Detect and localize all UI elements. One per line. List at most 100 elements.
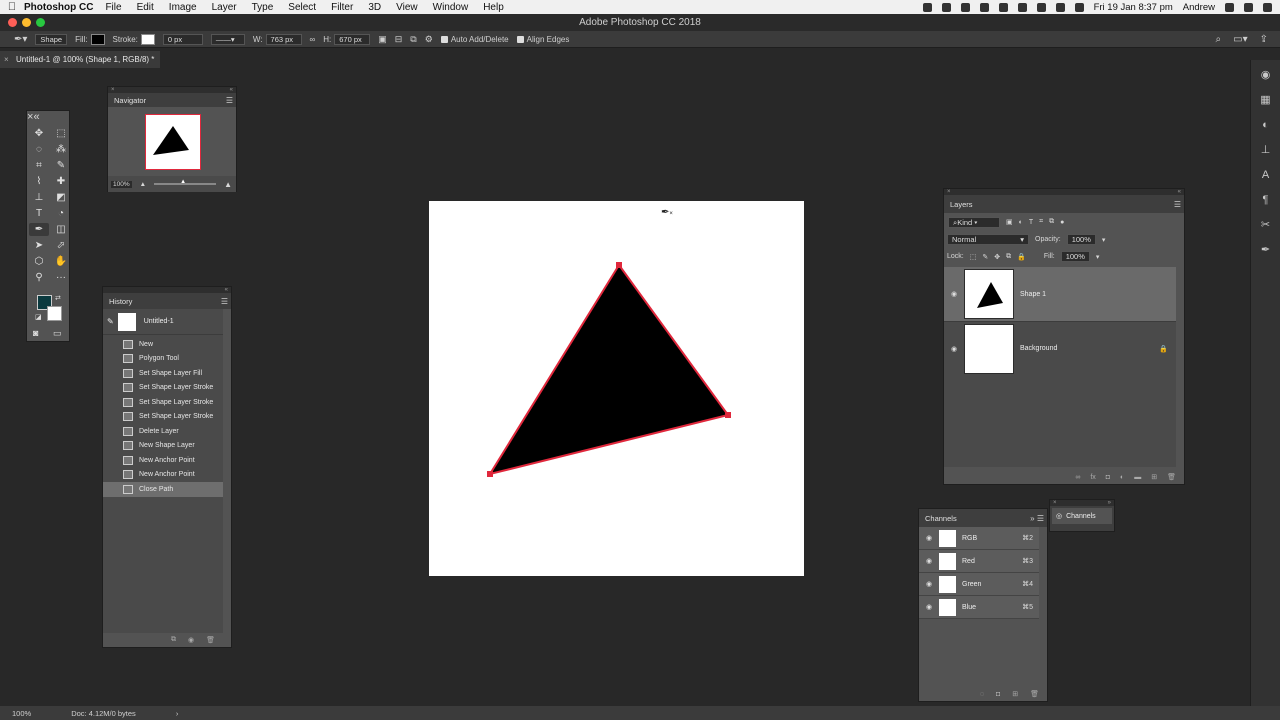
history-item[interactable]: Set Shape Layer Stroke bbox=[103, 410, 223, 425]
blend-mode-select[interactable]: Normal ▾ bbox=[947, 234, 1029, 245]
triangle-shape[interactable] bbox=[487, 263, 730, 476]
status-doc-info[interactable]: Doc: 4.12M/0 bytes bbox=[71, 709, 136, 718]
anchor-point[interactable] bbox=[725, 412, 731, 418]
menu-view[interactable]: View bbox=[396, 2, 418, 13]
notification-center-icon[interactable] bbox=[1263, 2, 1272, 12]
history-item[interactable]: Set Shape Layer Stroke bbox=[103, 381, 223, 396]
shape-layer-thumbnail[interactable] bbox=[964, 269, 1014, 319]
history-item[interactable]: Set Shape Layer Fill bbox=[103, 366, 223, 381]
hand-tool-icon[interactable]: ✋ bbox=[51, 255, 71, 268]
lock-artboard-icon[interactable]: ⧉ bbox=[1006, 253, 1011, 261]
history-item[interactable]: Delete Layer bbox=[103, 424, 223, 439]
panel-menu-icon[interactable]: ☰ bbox=[226, 96, 233, 105]
toolbox-header[interactable]: ×« bbox=[27, 111, 69, 123]
lock-transparent-icon[interactable]: ⬚ bbox=[970, 253, 977, 261]
malwarebytes-icon[interactable] bbox=[979, 2, 989, 12]
add-mask-icon[interactable]: ◘ bbox=[1106, 474, 1110, 481]
paths-icon[interactable]: ✒ bbox=[1259, 243, 1273, 257]
channel-row-green[interactable]: ◉ Green ⌘4 bbox=[919, 573, 1039, 596]
layer-name[interactable]: Shape 1 bbox=[1020, 291, 1046, 298]
history-item[interactable]: New Shape Layer bbox=[103, 439, 223, 454]
direct-selection-tool-icon[interactable]: ⬀ bbox=[51, 239, 71, 252]
stamp-tool-icon[interactable]: ⊥ bbox=[29, 191, 49, 204]
navigator-zoom-thumb[interactable]: ▲ bbox=[180, 179, 186, 185]
delete-channel-icon[interactable]: 🗑 bbox=[1030, 690, 1039, 698]
opacity-dropdown-icon[interactable]: ▾ bbox=[1102, 236, 1106, 244]
auto-add-delete-checkbox[interactable] bbox=[440, 35, 448, 43]
height-field[interactable]: 670 px bbox=[334, 33, 371, 45]
adjustment-layer-icon[interactable]: ◐ bbox=[1120, 474, 1124, 481]
navigator-zoom-slider[interactable]: ▲ bbox=[154, 179, 217, 185]
quick-mask-icon[interactable]: ◙ bbox=[33, 328, 38, 338]
healing-tool-icon[interactable]: ✚ bbox=[51, 175, 71, 188]
zoom-in-icon[interactable]: ▲ bbox=[224, 180, 232, 189]
filter-pixel-icon[interactable]: ▣ bbox=[1006, 218, 1013, 226]
path-selection-tool-icon[interactable]: ➤ bbox=[29, 239, 49, 252]
path-operations-icon[interactable]: ▣ bbox=[378, 34, 387, 45]
lasso-tool-icon[interactable]: ◌ bbox=[29, 143, 49, 156]
marquee-tool-icon[interactable]: ⬚ bbox=[51, 127, 71, 140]
siri-icon[interactable] bbox=[1244, 2, 1253, 12]
filter-adjustment-icon[interactable]: ◐ bbox=[1019, 219, 1023, 226]
close-tab-icon[interactable]: × bbox=[4, 51, 9, 68]
panel-menu-icon[interactable]: ☰ bbox=[1174, 200, 1181, 209]
new-document-from-state-icon[interactable]: ⧉ bbox=[171, 636, 176, 644]
libraries-icon[interactable]: ⊥ bbox=[1259, 143, 1273, 157]
type-tool-icon[interactable]: T bbox=[29, 207, 49, 220]
default-colors-icon[interactable]: ◪ bbox=[35, 313, 42, 321]
lock-position-icon[interactable]: ✥ bbox=[994, 253, 1000, 261]
clock[interactable]: Fri 19 Jan 8:37 pm bbox=[1094, 2, 1173, 13]
fill-field[interactable]: 100% bbox=[1060, 251, 1090, 262]
eye-icon[interactable]: ◉ bbox=[944, 290, 964, 298]
menu-window[interactable]: Window bbox=[433, 2, 469, 13]
fill-dropdown-icon[interactable]: ▾ bbox=[1096, 253, 1100, 261]
eye-icon[interactable]: ◉ bbox=[919, 557, 939, 565]
history-item-selected[interactable]: Close Path bbox=[103, 482, 223, 497]
history-item[interactable]: New Anchor Point bbox=[103, 453, 223, 468]
filter-smart-object-icon[interactable]: ⧉ bbox=[1049, 218, 1054, 226]
layer-name[interactable]: Background bbox=[1020, 345, 1057, 352]
status-zoom[interactable]: 100% bbox=[12, 709, 31, 718]
volume-icon[interactable] bbox=[1055, 2, 1065, 12]
menu-filter[interactable]: Filter bbox=[331, 2, 353, 13]
filter-type-icon[interactable]: T bbox=[1029, 219, 1033, 226]
lock-all-icon[interactable]: 🔒 bbox=[1017, 253, 1026, 261]
lock-icon[interactable]: 🔒 bbox=[1159, 345, 1168, 353]
history-snapshot[interactable]: ✎ Untitled-1 bbox=[103, 309, 223, 335]
new-snapshot-icon[interactable]: ◉ bbox=[188, 636, 194, 644]
collapsed-panel-top[interactable]: ×» bbox=[1050, 500, 1114, 506]
history-item[interactable]: Set Shape Layer Stroke bbox=[103, 395, 223, 410]
navigator-preview[interactable] bbox=[145, 114, 201, 170]
navigator-zoom-value[interactable]: 100% bbox=[111, 180, 132, 188]
eye-icon[interactable]: ◉ bbox=[944, 345, 964, 353]
channels-collapsed-button[interactable]: ◎ Channels bbox=[1052, 508, 1112, 524]
bluetooth-icon[interactable] bbox=[1017, 2, 1027, 12]
pen-tool-icon[interactable]: ✒ bbox=[29, 223, 49, 236]
link-icon[interactable]: ∞ bbox=[310, 35, 316, 44]
status-menu-icon[interactable]: › bbox=[176, 709, 179, 718]
menu-select[interactable]: Select bbox=[288, 2, 316, 13]
apple-icon[interactable]:  bbox=[0, 1, 24, 13]
wifi-icon[interactable] bbox=[1036, 2, 1046, 12]
eraser-tool-icon[interactable]: ◩ bbox=[51, 191, 71, 204]
tool-presets-icon[interactable]: ✂ bbox=[1259, 218, 1273, 232]
panel-menu-icon[interactable]: » ☰ bbox=[1030, 514, 1044, 523]
panel-menu-icon[interactable]: ☰ bbox=[221, 297, 228, 306]
layers-title[interactable]: Layers bbox=[950, 200, 973, 209]
magic-wand-tool-icon[interactable]: ⁂ bbox=[51, 143, 71, 156]
new-channel-icon[interactable]: ⊞ bbox=[1012, 690, 1018, 698]
crop-tool-icon[interactable]: ⌗ bbox=[29, 159, 49, 172]
eye-icon[interactable]: ◉ bbox=[919, 603, 939, 611]
sync-icon[interactable] bbox=[998, 2, 1008, 12]
anchor-point[interactable] bbox=[616, 262, 622, 268]
menu-image[interactable]: Image bbox=[169, 2, 197, 13]
stroke-width-field[interactable]: 0 px bbox=[162, 33, 203, 45]
battery-icon[interactable] bbox=[1074, 2, 1084, 12]
history-item[interactable]: New bbox=[103, 337, 223, 352]
eye-icon[interactable]: ◉ bbox=[919, 534, 939, 542]
new-layer-icon[interactable]: ⊞ bbox=[1151, 473, 1157, 481]
app-menu[interactable]: Photoshop CC bbox=[24, 2, 93, 13]
opacity-field[interactable]: 100% bbox=[1066, 234, 1096, 245]
dropbox-icon[interactable] bbox=[960, 2, 970, 12]
zoom-window-button[interactable] bbox=[36, 18, 45, 27]
